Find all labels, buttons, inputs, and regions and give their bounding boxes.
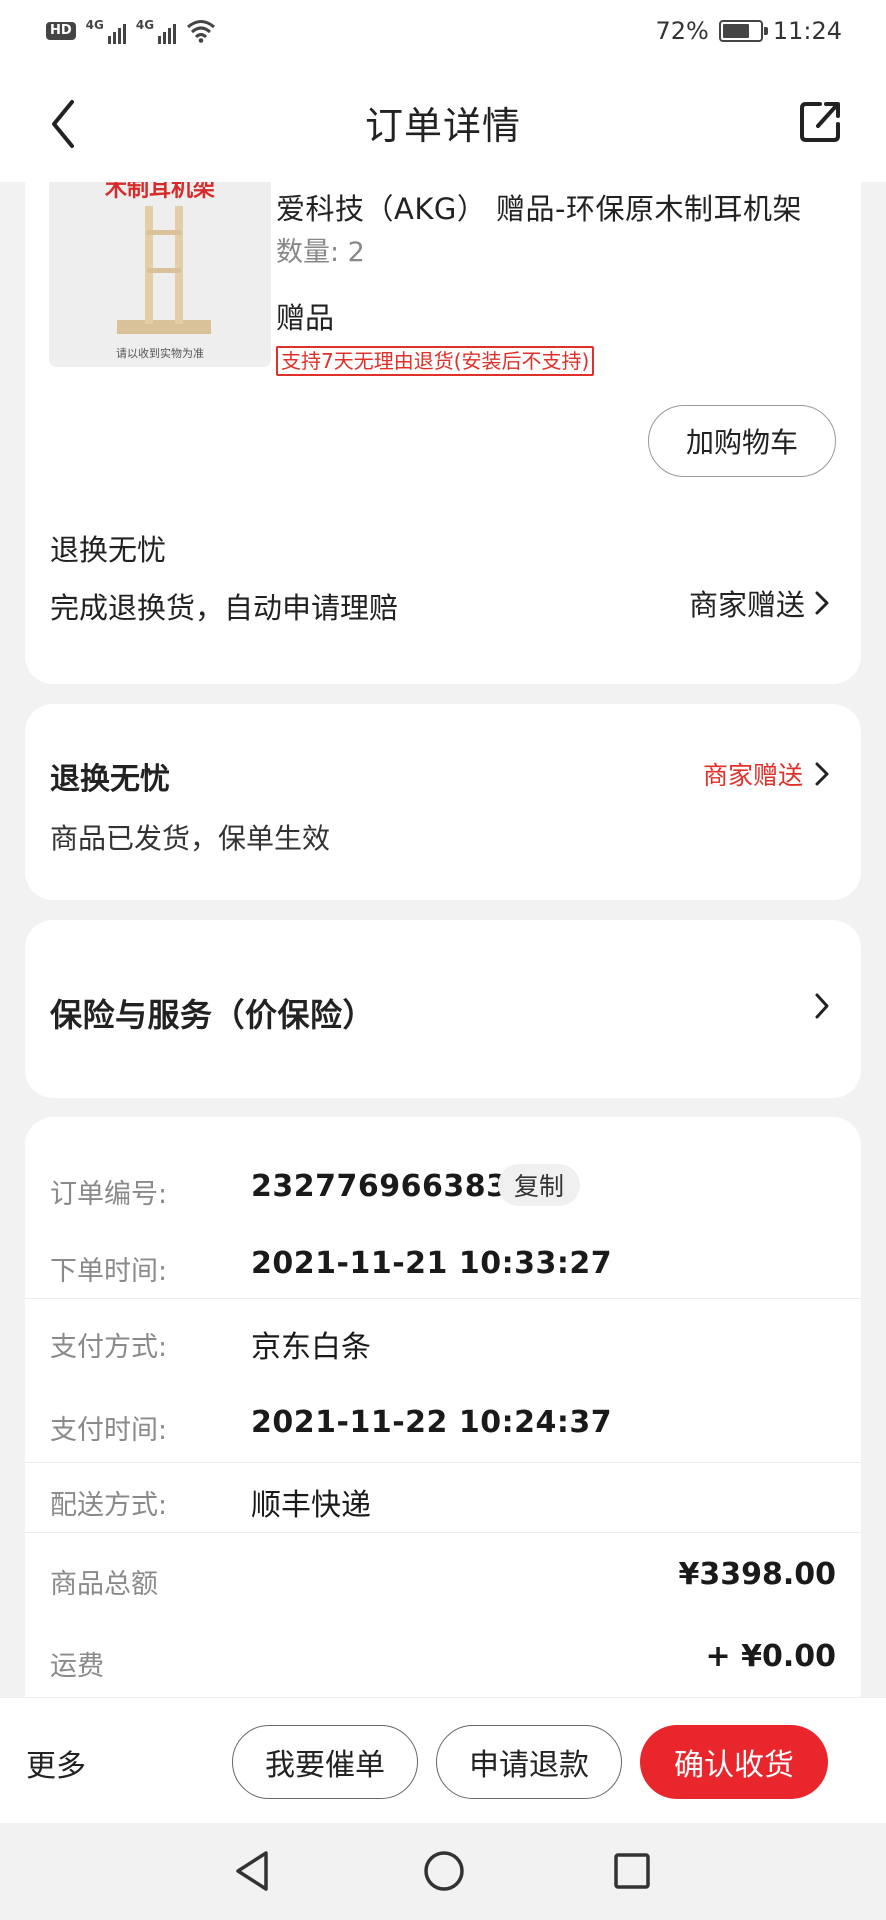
- battery-level: [722, 24, 749, 38]
- chevron-right-icon: [815, 762, 829, 786]
- signal-sim2-icon: 4G: [136, 18, 177, 44]
- payment-method-row: 支付方式: 京东白条: [25, 1320, 861, 1380]
- merchant-gift-status-text: 商家赠送: [702, 761, 803, 790]
- payment-method-label: 支付方式:: [50, 1332, 168, 1363]
- product-quantity: 数量: 2: [276, 237, 365, 268]
- battery-percent: 72%: [655, 17, 709, 45]
- divider: [25, 1532, 861, 1533]
- payment-method-value: 京东白条: [251, 1330, 371, 1365]
- shipping-fee-label: 运费: [50, 1651, 104, 1682]
- divider: [25, 1462, 861, 1463]
- page-title: 订单详情: [364, 103, 521, 148]
- merchant-gift-link-text: 商家赠送: [688, 588, 805, 622]
- delivery-method-value: 顺丰快递: [251, 1488, 371, 1523]
- merchant-gift-link[interactable]: 商家赠送: [689, 582, 829, 624]
- product-image-note: 请以收到实物为准: [116, 347, 204, 360]
- more-button[interactable]: 更多: [26, 1741, 86, 1785]
- product-title[interactable]: 爱科技（AKG） 赠品-环保原木制耳机架: [276, 186, 836, 228]
- return-policy-tag: 支持7天无理由退货(安装后不支持): [276, 346, 595, 376]
- product-card: 木制耳机架 请以收到实物为准 爱科技（AKG） 赠品-环保原木制耳机架 数量: …: [25, 182, 861, 684]
- goods-total-value: ¥3398.00: [678, 1557, 836, 1592]
- square-recent-icon[interactable]: [612, 1851, 652, 1891]
- system-navigation-bar: [0, 1823, 886, 1920]
- product-image[interactable]: 木制耳机架 请以收到实物为准: [49, 182, 271, 367]
- divider: [25, 1298, 861, 1299]
- order-time-label: 下单时间:: [50, 1256, 168, 1287]
- payment-time-row: 支付时间: 2021-11-22 10:24:37: [25, 1403, 861, 1463]
- delivery-method-label: 配送方式:: [50, 1490, 168, 1521]
- delivery-method-row: 配送方式: 顺丰快递: [25, 1478, 861, 1538]
- shipping-fee-value: + ¥0.00: [705, 1639, 836, 1674]
- status-left: HD 4G 4G: [46, 18, 216, 44]
- urge-order-button[interactable]: 我要催单: [232, 1725, 418, 1799]
- order-number-value: 232776966383: [251, 1169, 508, 1204]
- order-number-row: 订单编号: 232776966383: [25, 1167, 861, 1227]
- order-number-label: 订单编号:: [50, 1179, 168, 1210]
- header: 订单详情: [0, 62, 886, 182]
- confirm-receipt-button[interactable]: 确认收货: [640, 1725, 828, 1799]
- worry-free-card[interactable]: 退换无忧 商家赠送 商品已发货，保单生效: [25, 704, 861, 900]
- worry-free-description: 完成退换货，自动申请理赔: [50, 591, 399, 625]
- worry-free-label: 退换无忧: [50, 533, 167, 567]
- signal-sim1-icon: 4G: [86, 18, 126, 44]
- headphone-stand-image: [117, 206, 211, 334]
- request-refund-button[interactable]: 申请退款: [436, 1725, 622, 1799]
- status-time: 11:24: [772, 17, 842, 45]
- status-bar: HD 4G 4G 72% 11:24: [0, 0, 886, 62]
- status-right: 72% 11:24: [655, 17, 842, 45]
- chevron-right-icon: [815, 993, 829, 1019]
- wifi-icon: [187, 20, 216, 43]
- shipping-fee-row: 运费 + ¥0.00: [25, 1639, 861, 1699]
- order-time-value: 2021-11-21 10:33:27: [251, 1246, 613, 1281]
- goods-total-row: 商品总额 ¥3398.00: [25, 1557, 861, 1617]
- payment-time-label: 支付时间:: [50, 1415, 168, 1446]
- merchant-gift-status[interactable]: 商家赠送: [703, 756, 829, 792]
- insurance-service-title: 保险与服务（价保险）: [50, 996, 376, 1034]
- battery-icon: [718, 20, 768, 42]
- chevron-left-icon[interactable]: [44, 98, 84, 150]
- chevron-right-icon: [815, 591, 829, 615]
- payment-time-value: 2021-11-22 10:24:37: [251, 1405, 613, 1440]
- circle-home-icon[interactable]: [422, 1849, 466, 1893]
- goods-total-label: 商品总额: [50, 1569, 158, 1600]
- order-time-row: 下单时间: 2021-11-21 10:33:27: [25, 1244, 861, 1304]
- worry-free-title: 退换无忧: [50, 762, 170, 797]
- policy-status-text: 商品已发货，保单生效: [50, 822, 331, 855]
- add-to-cart-button[interactable]: 加购物车: [648, 405, 836, 477]
- hd-badge: HD: [46, 22, 76, 40]
- triangle-back-icon[interactable]: [232, 1849, 272, 1893]
- copy-order-number-button[interactable]: 复制: [498, 1164, 581, 1206]
- insurance-service-card[interactable]: 保险与服务（价保险）: [25, 920, 861, 1098]
- gift-label: 赠品: [276, 301, 335, 335]
- share-icon[interactable]: [796, 98, 844, 146]
- bottom-action-bar: 更多 我要催单 申请退款 确认收货: [0, 1697, 886, 1823]
